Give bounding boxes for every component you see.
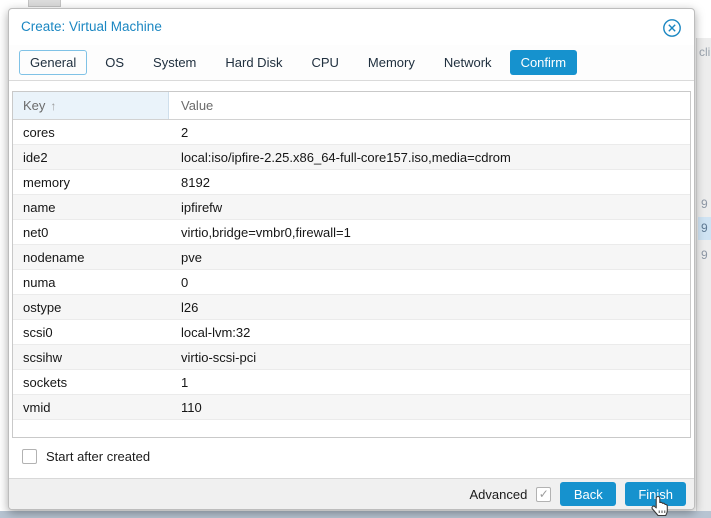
row-key: ostype bbox=[23, 299, 62, 315]
row-value: pve bbox=[181, 249, 202, 265]
row-key: net0 bbox=[23, 224, 49, 240]
table-row[interactable]: name ipfirefw bbox=[13, 195, 690, 220]
row-key: name bbox=[23, 199, 56, 215]
table-row[interactable]: vmid 110 bbox=[13, 395, 690, 420]
row-value: 0 bbox=[181, 274, 189, 290]
dialog-footer: Advanced ✓ Back Finish bbox=[9, 478, 694, 509]
table-row[interactable]: sockets 1 bbox=[13, 370, 690, 395]
row-value: 2 bbox=[181, 124, 189, 140]
background-text-fragment: cli bbox=[699, 45, 711, 59]
table-row[interactable]: numa 0 bbox=[13, 270, 690, 295]
start-after-created-label: Start after created bbox=[46, 449, 151, 464]
row-key: memory bbox=[23, 174, 70, 190]
background-scroll-track bbox=[696, 38, 711, 511]
table-row[interactable]: ostype l26 bbox=[13, 295, 690, 320]
row-key: numa bbox=[23, 274, 56, 290]
back-button[interactable]: Back bbox=[560, 482, 617, 506]
background-tab-fragment bbox=[28, 0, 61, 7]
column-header-key[interactable]: Key ↑ bbox=[13, 92, 169, 119]
background-text-fragment: 9 bbox=[701, 221, 708, 235]
background-text-fragment: 9 bbox=[701, 197, 708, 211]
finish-button[interactable]: Finish bbox=[625, 482, 686, 506]
wizard-tabbar: General OS System Hard Disk CPU Memory N… bbox=[9, 45, 694, 81]
row-value: 110 bbox=[181, 399, 202, 415]
summary-table: Key ↑ Value cores 2 ide2 local:iso/ipfire-… bbox=[12, 91, 691, 438]
row-key: scsihw bbox=[23, 349, 63, 365]
advanced-checkbox[interactable]: ✓ bbox=[536, 486, 552, 502]
row-value: virtio,bridge=vmbr0,firewall=1 bbox=[181, 224, 351, 240]
row-value: local-lvm:32 bbox=[181, 324, 251, 340]
table-row[interactable]: memory 8192 bbox=[13, 170, 690, 195]
dialog-header: Create: Virtual Machine bbox=[9, 9, 694, 45]
background-page-strip bbox=[0, 511, 711, 518]
row-key: vmid bbox=[23, 399, 51, 415]
create-vm-dialog: Create: Virtual Machine General OS Syste… bbox=[8, 8, 695, 510]
row-key: sockets bbox=[23, 374, 68, 390]
tab-cpu[interactable]: CPU bbox=[300, 50, 349, 75]
table-row[interactable]: ide2 local:iso/ipfire-2.25.x86_64-full-co… bbox=[13, 145, 690, 170]
tab-confirm[interactable]: Confirm bbox=[509, 50, 578, 75]
advanced-label: Advanced bbox=[469, 486, 528, 502]
table-row[interactable]: scsihw virtio-scsi-pci bbox=[13, 345, 690, 370]
sort-asc-icon: ↑ bbox=[50, 98, 57, 113]
row-value: 8192 bbox=[181, 174, 210, 190]
tab-general[interactable]: General bbox=[19, 50, 88, 75]
table-header: Key ↑ Value bbox=[13, 92, 690, 120]
start-after-created-checkbox[interactable] bbox=[22, 449, 37, 464]
background-text-fragment: 9 bbox=[701, 248, 708, 262]
row-value: l26 bbox=[181, 299, 199, 315]
row-key: cores bbox=[23, 124, 55, 140]
row-value: 1 bbox=[181, 374, 189, 390]
tab-os[interactable]: OS bbox=[94, 50, 135, 75]
dialog-title: Create: Virtual Machine bbox=[21, 19, 162, 34]
screen: cli 9 9 9 Create: Virtual Machine Genera… bbox=[0, 0, 711, 518]
table-row[interactable]: scsi0 local-lvm:32 bbox=[13, 320, 690, 345]
table-row[interactable]: nodename pve bbox=[13, 245, 690, 270]
column-header-value[interactable]: Value bbox=[169, 92, 690, 119]
close-icon[interactable] bbox=[662, 18, 682, 38]
row-value: local:iso/ipfire-2.25.x86_64-full-core15… bbox=[181, 149, 511, 165]
column-header-key-label: Key bbox=[23, 98, 46, 113]
table-row[interactable]: net0 virtio,bridge=vmbr0,firewall=1 bbox=[13, 220, 690, 245]
row-value: ipfirefw bbox=[181, 199, 223, 215]
tab-network[interactable]: Network bbox=[433, 50, 503, 75]
tab-system[interactable]: System bbox=[142, 50, 207, 75]
row-value: virtio-scsi-pci bbox=[181, 349, 257, 365]
tab-hard-disk[interactable]: Hard Disk bbox=[214, 50, 293, 75]
tab-memory[interactable]: Memory bbox=[357, 50, 426, 75]
row-key: ide2 bbox=[23, 149, 48, 165]
column-header-value-label: Value bbox=[181, 98, 214, 113]
start-after-created-row: Start after created bbox=[22, 449, 150, 464]
table-body: cores 2 ide2 local:iso/ipfire-2.25.x86_64-… bbox=[13, 120, 690, 420]
row-key: scsi0 bbox=[23, 324, 53, 340]
table-row[interactable]: cores 2 bbox=[13, 120, 690, 145]
row-key: nodename bbox=[23, 249, 85, 265]
